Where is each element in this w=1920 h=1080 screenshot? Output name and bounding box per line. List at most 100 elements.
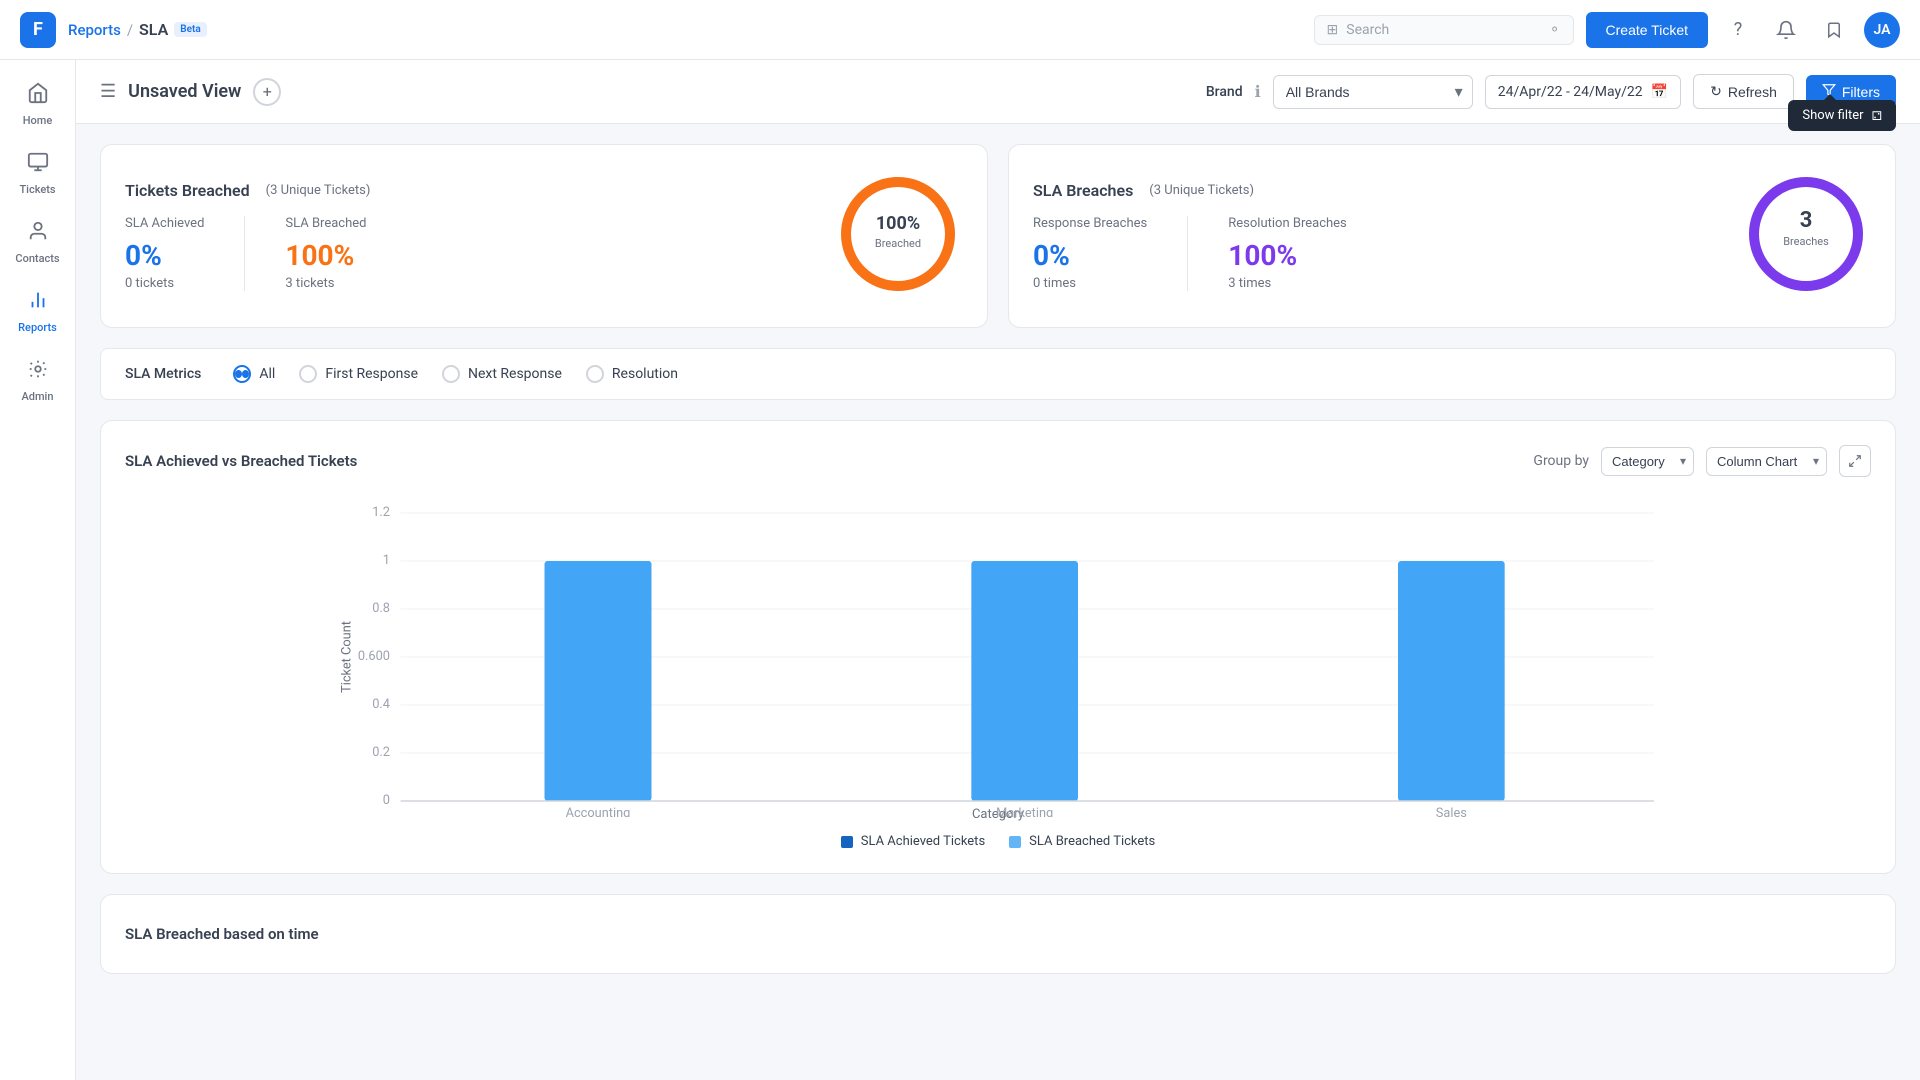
view-title: Unsaved View bbox=[128, 81, 241, 102]
legend-breached: SLA Breached Tickets bbox=[1009, 834, 1155, 849]
add-view-button[interactable]: + bbox=[253, 78, 281, 106]
sidebar-item-tickets[interactable]: Tickets bbox=[6, 141, 70, 206]
sidebar-item-contacts[interactable]: Contacts bbox=[6, 210, 70, 275]
radio-all[interactable]: All bbox=[233, 365, 275, 383]
chart-controls: Group by Category Priority Agent ▾ Colum… bbox=[1533, 445, 1871, 477]
contacts-icon bbox=[27, 220, 49, 248]
sla-achieved-tickets: 0 tickets bbox=[125, 276, 204, 291]
chart-header: SLA Achieved vs Breached Tickets Group b… bbox=[125, 445, 1871, 477]
svg-text:0: 0 bbox=[383, 793, 390, 808]
tickets-breached-card: Tickets Breached (3 Unique Tickets) SLA … bbox=[100, 144, 988, 328]
breached-time-chart-section: SLA Breached based on time bbox=[100, 894, 1896, 974]
sidebar-home-label: Home bbox=[23, 114, 53, 127]
refresh-button[interactable]: ↻ Refresh bbox=[1693, 74, 1794, 109]
response-breaches-label: Response Breaches bbox=[1033, 216, 1147, 231]
achieved-vs-breached-chart-section: SLA Achieved vs Breached Tickets Group b… bbox=[100, 420, 1896, 874]
date-range-text: 24/Apr/22 - 24/May/22 bbox=[1498, 84, 1643, 100]
show-filter-tooltip[interactable]: Show filter ⚁ bbox=[1788, 100, 1896, 131]
radio-group: All First Response Next Response Resolut… bbox=[233, 365, 678, 383]
create-ticket-button[interactable]: Create Ticket bbox=[1586, 12, 1708, 48]
avatar[interactable]: JA bbox=[1864, 12, 1900, 48]
radio-first-response[interactable]: First Response bbox=[299, 365, 418, 383]
brand-info-icon[interactable]: ℹ bbox=[1255, 82, 1261, 101]
group-by-select[interactable]: Category Priority Agent bbox=[1601, 447, 1694, 476]
svg-text:0.8: 0.8 bbox=[372, 601, 390, 616]
radio-first-label: First Response bbox=[325, 366, 418, 382]
chart-legend: SLA Achieved Tickets SLA Breached Ticket… bbox=[125, 834, 1871, 849]
radio-btn-first bbox=[299, 365, 317, 383]
sidebar-item-admin[interactable]: Admin bbox=[6, 348, 70, 413]
svg-text:1.2: 1.2 bbox=[372, 505, 390, 520]
svg-text:3: 3 bbox=[1800, 208, 1813, 233]
legend-breached-dot bbox=[1009, 836, 1021, 848]
resolution-breaches-value: 100% bbox=[1228, 239, 1347, 272]
group-by-label: Group by bbox=[1533, 453, 1589, 469]
chart-area: 1.2 1 0.8 0.600 0.4 0.2 0 Ticket Count bbox=[125, 497, 1871, 817]
svg-text:1: 1 bbox=[383, 553, 390, 568]
refresh-label: Refresh bbox=[1728, 84, 1777, 100]
breadcrumb-reports[interactable]: Reports bbox=[68, 21, 121, 39]
sidebar-item-home[interactable]: Home bbox=[6, 72, 70, 137]
breadcrumb-separator: / bbox=[127, 21, 133, 39]
filters-label: Filters bbox=[1842, 84, 1880, 100]
brand-select-wrapper: All Brands ▾ bbox=[1273, 75, 1473, 109]
home-icon bbox=[27, 82, 49, 110]
sidebar-tickets-label: Tickets bbox=[19, 183, 55, 196]
tickets-icon bbox=[27, 151, 49, 179]
response-breaches-value: 0% bbox=[1033, 239, 1147, 272]
chart-type-select-wrapper: Column Chart Bar Chart Line Chart ▾ bbox=[1706, 447, 1827, 476]
svg-text:0.2: 0.2 bbox=[372, 745, 390, 760]
refresh-icon: ↻ bbox=[1710, 83, 1722, 100]
legend-achieved: SLA Achieved Tickets bbox=[841, 834, 985, 849]
notifications-icon[interactable] bbox=[1768, 12, 1804, 48]
sla-metrics-bar: SLA Metrics All First Response Next Resp… bbox=[100, 348, 1896, 400]
hamburger-icon[interactable]: ☰ bbox=[100, 81, 116, 102]
main-content: ☰ Unsaved View + Brand ℹ All Brands ▾ 24… bbox=[76, 60, 1920, 1080]
radio-next-response[interactable]: Next Response bbox=[442, 365, 562, 383]
sidebar-item-reports[interactable]: Reports bbox=[6, 279, 70, 344]
date-picker[interactable]: 24/Apr/22 - 24/May/22 📅 bbox=[1485, 75, 1681, 109]
calendar-icon: 📅 bbox=[1651, 84, 1668, 100]
search-icon: ⊞ bbox=[1327, 22, 1339, 38]
radio-next-label: Next Response bbox=[468, 366, 562, 382]
sidebar-admin-label: Admin bbox=[21, 390, 53, 403]
radio-btn-next bbox=[442, 365, 460, 383]
sla-breaches-info: SLA Breaches (3 Unique Tickets) Response… bbox=[1033, 181, 1721, 291]
svg-text:Ticket Count: Ticket Count bbox=[340, 621, 355, 693]
radio-btn-all bbox=[233, 365, 251, 383]
svg-text:Breaches: Breaches bbox=[1783, 235, 1829, 248]
svg-text:0.4: 0.4 bbox=[372, 697, 390, 712]
radio-all-label: All bbox=[259, 366, 275, 382]
search-filter-icon: ⚬ bbox=[1549, 22, 1561, 38]
response-times: 0 times bbox=[1033, 276, 1147, 291]
chart-type-select[interactable]: Column Chart Bar Chart Line Chart bbox=[1706, 447, 1827, 476]
help-icon[interactable]: ? bbox=[1720, 12, 1756, 48]
search-placeholder: Search bbox=[1346, 22, 1389, 38]
svg-text:0.600: 0.600 bbox=[358, 649, 390, 664]
breadcrumb: Reports / SLA Beta bbox=[68, 20, 207, 39]
brand-label: Brand bbox=[1206, 84, 1243, 100]
legend-achieved-dot bbox=[841, 836, 853, 848]
resolution-breaches-label: Resolution Breaches bbox=[1228, 216, 1347, 231]
sla-breaches-metrics: Response Breaches 0% 0 times Resolution … bbox=[1033, 216, 1721, 291]
sla-breaches-subtitle: (3 Unique Tickets) bbox=[1149, 183, 1254, 198]
admin-icon bbox=[27, 358, 49, 386]
tickets-breached-subtitle: (3 Unique Tickets) bbox=[266, 183, 371, 198]
radio-resolution[interactable]: Resolution bbox=[586, 365, 678, 383]
resolution-breaches-metric: Resolution Breaches 100% 3 times bbox=[1228, 216, 1347, 291]
svg-text:Breached: Breached bbox=[875, 237, 921, 250]
sub-header: ☰ Unsaved View + Brand ℹ All Brands ▾ 24… bbox=[76, 60, 1920, 124]
legend-breached-label: SLA Breached Tickets bbox=[1029, 834, 1155, 849]
show-filter-text: Show filter bbox=[1802, 108, 1863, 123]
expand-button[interactable] bbox=[1839, 445, 1871, 477]
sla-breached-value: 100% bbox=[285, 239, 366, 272]
search-box[interactable]: ⊞ Search ⚬ bbox=[1314, 15, 1574, 45]
reports-icon bbox=[27, 289, 49, 317]
app-logo[interactable]: F bbox=[20, 12, 56, 48]
resolution-times: 3 times bbox=[1228, 276, 1347, 291]
brand-select[interactable]: All Brands bbox=[1273, 75, 1473, 109]
sidebar-contacts-label: Contacts bbox=[15, 252, 59, 265]
bookmarks-icon[interactable] bbox=[1816, 12, 1852, 48]
response-breaches-metric: Response Breaches 0% 0 times bbox=[1033, 216, 1147, 291]
metric-divider-2 bbox=[1187, 216, 1188, 291]
